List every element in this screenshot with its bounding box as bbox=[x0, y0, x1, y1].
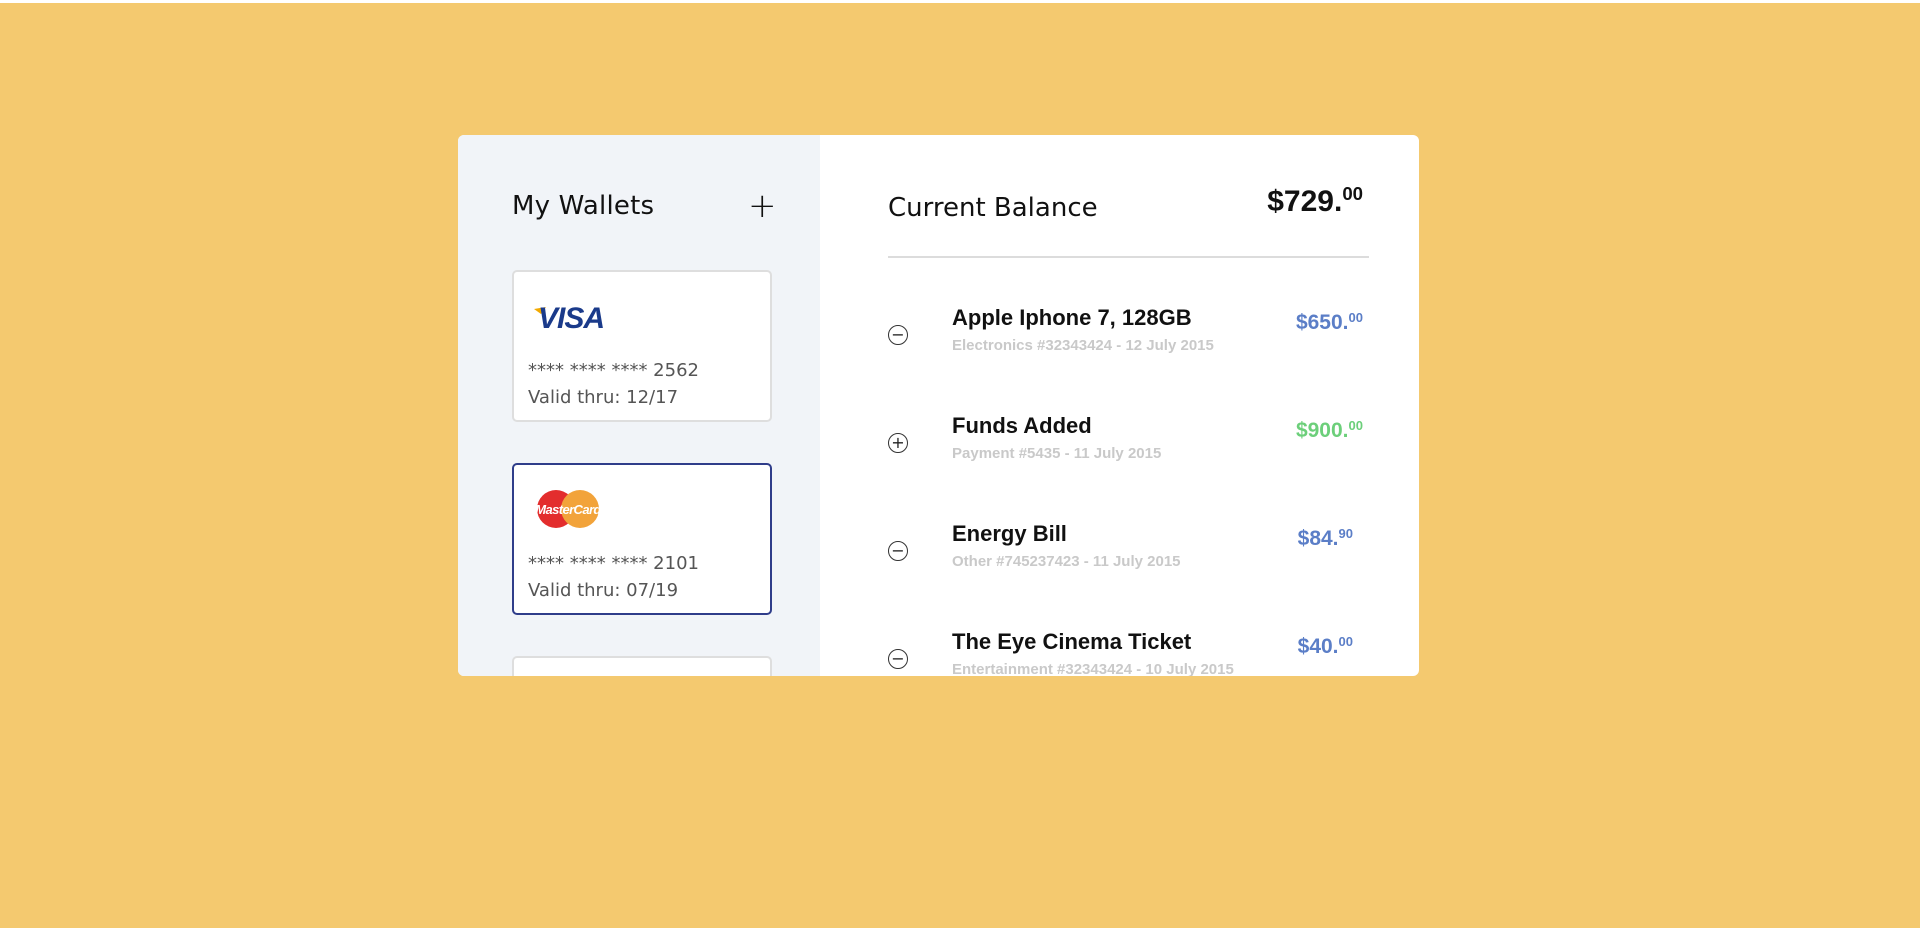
wallet-card-visa[interactable]: VISA **** **** **** 2562 Valid thru: 12/… bbox=[512, 270, 772, 422]
transaction-subtitle: Other #745237423 - 11 July 2015 bbox=[952, 553, 1181, 570]
visa-logo: VISA bbox=[532, 294, 612, 336]
transaction-amount-cents: 00 bbox=[1348, 417, 1363, 433]
mastercard-logo: MasterCard bbox=[532, 487, 612, 529]
top-strip bbox=[0, 0, 1920, 3]
balance-label: Current Balance bbox=[888, 193, 1098, 223]
sidebar-title: My Wallets bbox=[512, 191, 655, 221]
transaction-amount-cents: 00 bbox=[1348, 309, 1363, 325]
balance-amount-cents: 00 bbox=[1342, 183, 1363, 205]
card-number: **** **** **** 2101 bbox=[528, 553, 699, 574]
minus-circle-icon[interactable]: − bbox=[888, 541, 908, 561]
transaction-row[interactable]: − The Eye Cinema Ticket Entertainment #3… bbox=[888, 629, 1369, 676]
balance-row: Current Balance $729.00 bbox=[888, 183, 1369, 223]
transaction-amount-cents: 00 bbox=[1338, 633, 1353, 649]
transaction-title: Energy Bill bbox=[952, 521, 1067, 546]
transaction-row[interactable]: − Apple Iphone 7, 128GB Electronics #323… bbox=[888, 305, 1369, 375]
balance-amount: $729.00 bbox=[1267, 183, 1363, 219]
card-valid-thru: Valid thru: 07/19 bbox=[528, 580, 679, 601]
transaction-amount-main: $650. bbox=[1295, 311, 1349, 334]
minus-circle-icon[interactable]: − bbox=[888, 325, 908, 345]
wallet-app: My Wallets + VISA **** **** **** 2562 Va… bbox=[458, 135, 1419, 676]
balance-panel: Current Balance $729.00 − Apple Iphone 7… bbox=[820, 135, 1419, 676]
plus-icon[interactable]: + bbox=[748, 189, 777, 223]
transaction-row[interactable]: + Funds Added Payment #5435 - 11 July 20… bbox=[888, 413, 1369, 483]
card-valid-thru: Valid thru: 12/17 bbox=[528, 387, 679, 408]
transaction-subtitle: Payment #5435 - 11 July 2015 bbox=[952, 445, 1162, 462]
transaction-subtitle: Electronics #32343424 - 12 July 2015 bbox=[952, 337, 1214, 354]
transaction-amount: $900.00 bbox=[1295, 417, 1363, 443]
transaction-amount-main: $40. bbox=[1297, 635, 1339, 658]
transaction-subtitle: Entertainment #32343424 - 10 July 2015 bbox=[952, 661, 1234, 676]
transaction-amount-main: $900. bbox=[1295, 419, 1349, 442]
transaction-amount: $650.00 bbox=[1295, 309, 1363, 335]
wallet-card-mastercard[interactable]: MasterCard **** **** **** 2101 Valid thr… bbox=[512, 463, 772, 615]
plus-circle-icon[interactable]: + bbox=[888, 433, 908, 453]
divider bbox=[888, 256, 1369, 258]
transaction-title: The Eye Cinema Ticket bbox=[952, 629, 1192, 654]
balance-amount-main: $729. bbox=[1267, 185, 1343, 218]
wallet-card-partial[interactable] bbox=[512, 656, 772, 676]
wallets-sidebar: My Wallets + VISA **** **** **** 2562 Va… bbox=[458, 135, 820, 676]
minus-circle-icon[interactable]: − bbox=[888, 649, 908, 669]
transaction-amount-cents: 90 bbox=[1338, 525, 1353, 541]
transaction-title: Funds Added bbox=[952, 413, 1092, 438]
transaction-amount: $40.00 bbox=[1297, 633, 1353, 659]
transaction-row[interactable]: − Energy Bill Other #745237423 - 11 July… bbox=[888, 521, 1369, 591]
card-number: **** **** **** 2562 bbox=[528, 360, 699, 381]
sidebar-header: My Wallets + bbox=[512, 189, 777, 223]
mastercard-brand-text: MasterCard bbox=[535, 502, 602, 517]
transaction-amount-main: $84. bbox=[1297, 527, 1339, 550]
transaction-title: Apple Iphone 7, 128GB bbox=[952, 305, 1192, 330]
transaction-amount: $84.90 bbox=[1297, 525, 1353, 551]
visa-brand-text: VISA bbox=[538, 302, 604, 335]
